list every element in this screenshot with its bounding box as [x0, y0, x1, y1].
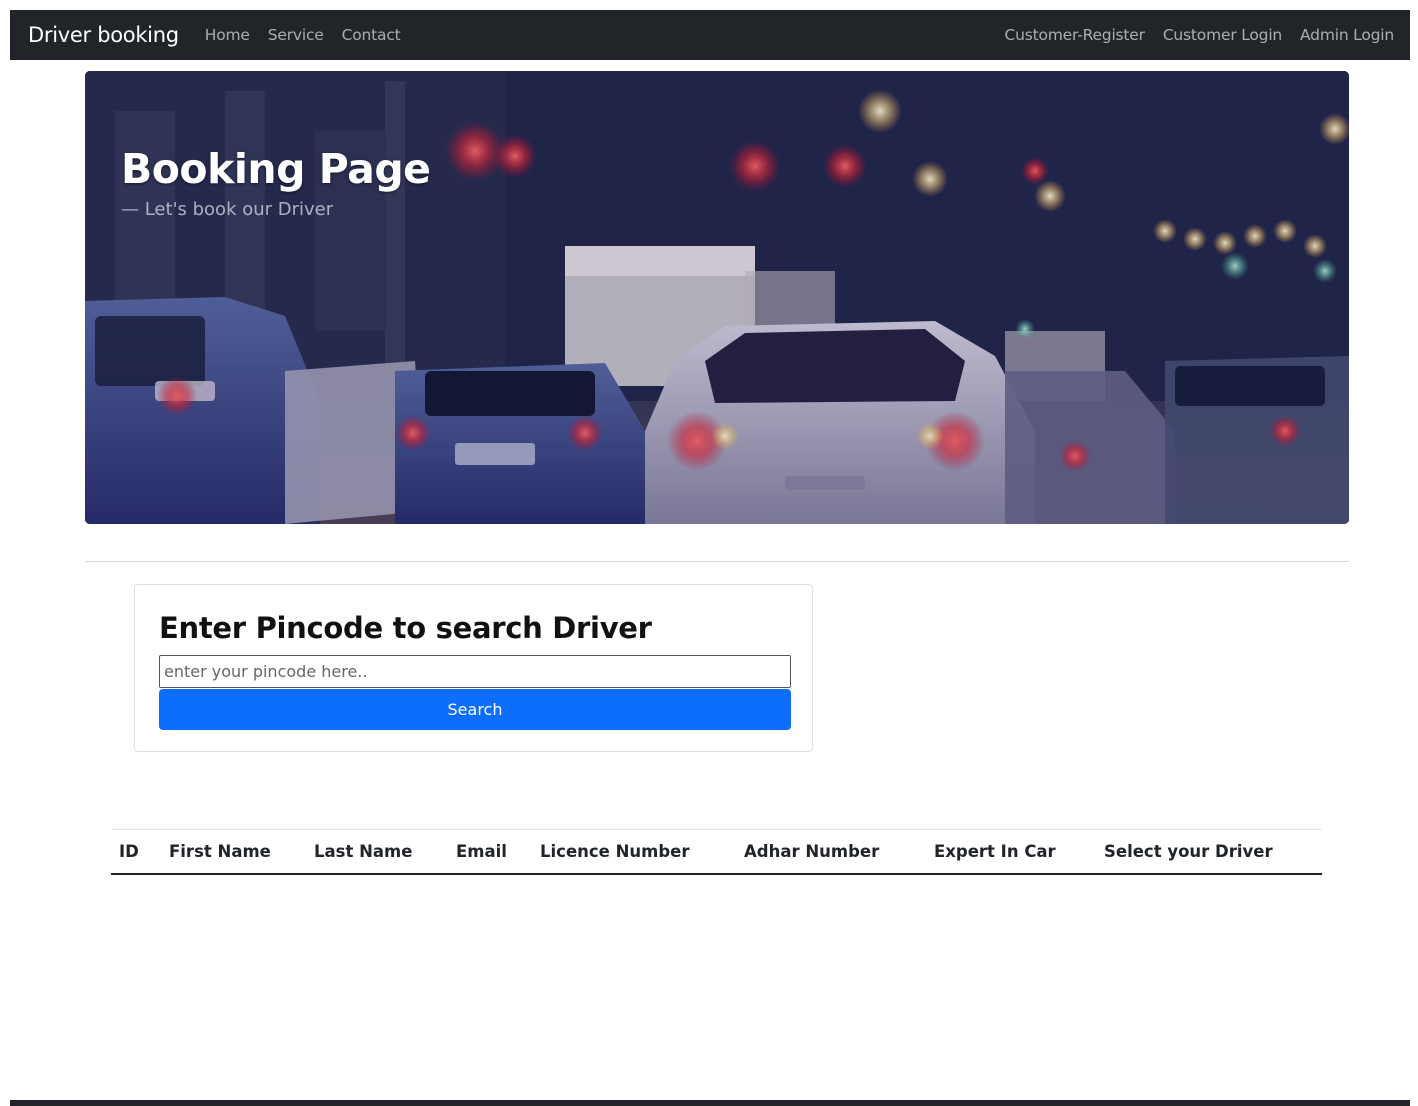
section-divider — [85, 561, 1349, 562]
search-button[interactable]: Search — [159, 689, 791, 730]
hero-subtitle: — Let's book our Driver — [121, 199, 334, 220]
nav-link-contact[interactable]: Contact — [342, 26, 401, 44]
column-header-select-driver: Select your Driver — [1096, 829, 1322, 875]
table-header-row: ID First Name Last Name Email Licence Nu… — [111, 829, 1322, 875]
column-header-last-name: Last Name — [306, 829, 448, 875]
hero-banner: Booking Page — Let's book our Driver — [85, 71, 1349, 524]
nav-link-home[interactable]: Home — [205, 26, 250, 44]
column-header-id: ID — [111, 829, 161, 875]
nav-link-customer-login[interactable]: Customer Login — [1163, 26, 1282, 44]
hero-title: Booking Page — [121, 145, 431, 193]
nav-right-links: Customer-Register Customer Login Admin L… — [987, 26, 1395, 44]
navbar: Driver booking Home Service Contact Cust… — [10, 10, 1410, 60]
column-header-licence-number: Licence Number — [532, 829, 736, 875]
pincode-input[interactable] — [159, 655, 791, 688]
pincode-search-card: Enter Pincode to search Driver Search — [134, 584, 813, 752]
nav-link-service[interactable]: Service — [268, 26, 324, 44]
nav-link-admin-login[interactable]: Admin Login — [1300, 26, 1394, 44]
driver-table-wrapper: ID First Name Last Name Email Licence Nu… — [111, 829, 1322, 875]
driver-table: ID First Name Last Name Email Licence Nu… — [111, 829, 1322, 875]
footer-bar — [10, 1100, 1410, 1106]
nav-link-customer-register[interactable]: Customer-Register — [1005, 26, 1146, 44]
column-header-expert-in-car: Expert In Car — [926, 829, 1096, 875]
brand-link[interactable]: Driver booking — [28, 23, 179, 47]
hero-traffic-image — [85, 71, 1349, 524]
pincode-search-heading: Enter Pincode to search Driver — [159, 611, 652, 645]
nav-left-links: Home Service Contact — [205, 26, 419, 44]
column-header-adhar-number: Adhar Number — [736, 829, 926, 875]
column-header-email: Email — [448, 829, 532, 875]
column-header-first-name: First Name — [161, 829, 306, 875]
